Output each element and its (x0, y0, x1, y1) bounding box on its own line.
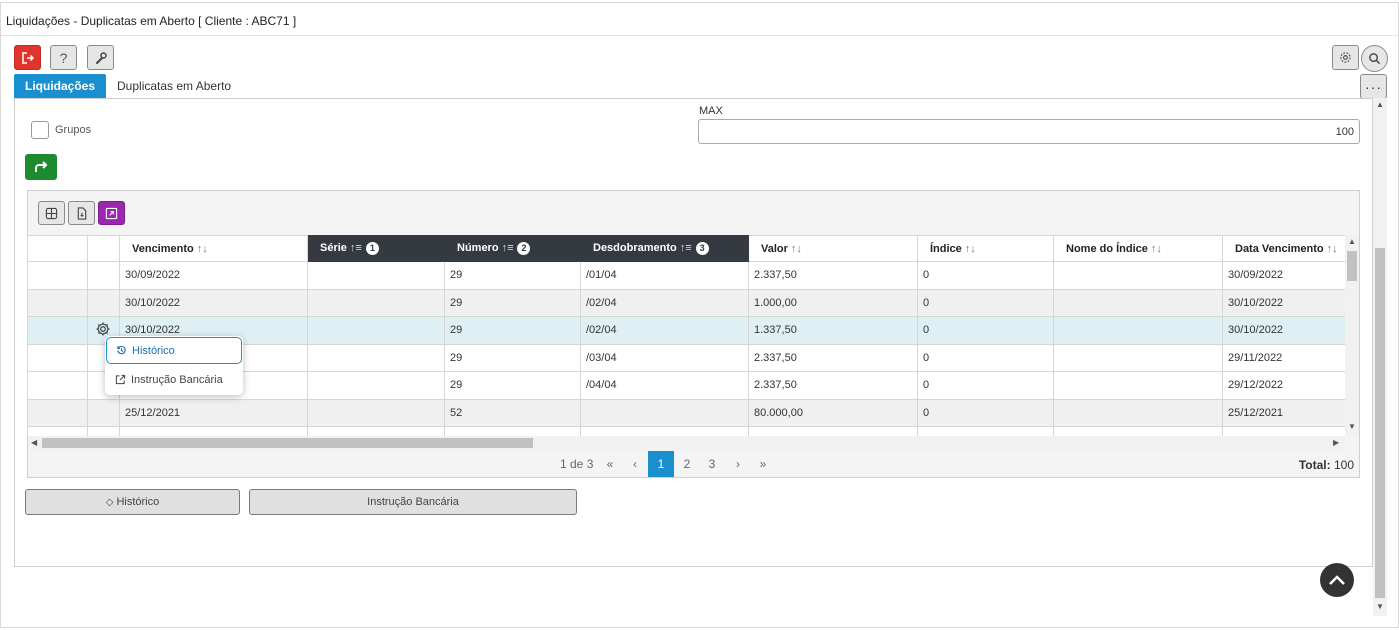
search-icon (1369, 53, 1381, 65)
context-menu-instrucao-bancaria[interactable]: Instrução Bancária (106, 366, 242, 393)
help-icon: ? (59, 49, 68, 66)
col-numero[interactable]: Número ↑≡ 2 (444, 235, 581, 262)
tab-duplicatas-em-aberto[interactable]: Duplicatas em Aberto (106, 74, 242, 98)
row-context-menu: Histórico Instrução Bancária (105, 336, 243, 395)
scroll-down-icon[interactable]: ▼ (1376, 602, 1384, 611)
groups-checkbox[interactable] (31, 121, 49, 139)
pagination: 1 de 3 « ‹ 1 2 3 › » Total: 100 (28, 451, 1359, 477)
table-hscroll-thumb[interactable] (42, 438, 533, 448)
sort-order-badge: 3 (695, 242, 709, 255)
table-row[interactable]: 25/12/2021 52 80.000,00 0 25/12/2021 (27, 398, 1345, 427)
forward-arrow-icon (35, 161, 48, 172)
sort-asc-icon: ↑≡ (679, 242, 692, 254)
col-data-vencimento[interactable]: Data Vencimento ↑↓ (1222, 235, 1345, 262)
prev-page-icon[interactable]: ‹ (628, 451, 642, 477)
chevron-up-icon (1329, 575, 1345, 585)
sort-order-badge: 1 (365, 242, 379, 255)
sort-order-badge: 2 (517, 242, 531, 255)
window-title: Liquidações - Duplicatas em Aberto [ Cli… (6, 14, 297, 28)
tab-bar: Liquidações Duplicatas em Aberto (14, 74, 242, 98)
scroll-down-icon[interactable]: ▼ (1348, 422, 1356, 431)
instrucao-bancaria-button[interactable]: Instrução Bancária (249, 489, 577, 515)
sort-icon: ↑↓ (790, 242, 802, 255)
tab-liquidacoes[interactable]: Liquidações (14, 74, 107, 98)
eraser-icon: ◇ (105, 496, 114, 508)
columns-button[interactable] (38, 201, 65, 225)
table-header: Vencimento ↑↓ Série ↑≡ 1 Número ↑≡ 2 Desdobra… (27, 235, 1345, 262)
table-row[interactable]: 30/10/2022 29 /02/04 1.000,00 0 30/10/20… (27, 288, 1345, 317)
page-scrollbar[interactable]: ▲ ▼ (1373, 98, 1387, 616)
sort-icon: ↑↓ (964, 242, 976, 255)
table-icon (45, 207, 58, 219)
gear-icon (1340, 52, 1351, 63)
external-link-icon (115, 374, 126, 385)
exit-icon (21, 51, 34, 64)
scroll-to-top-button[interactable] (1320, 563, 1354, 597)
col-vencimento[interactable]: Vencimento ↑↓ (119, 235, 308, 262)
table-vscroll-thumb[interactable] (1347, 251, 1357, 281)
ellipsis-icon: ··· (1365, 78, 1382, 95)
page-2-button[interactable]: 2 (680, 451, 694, 477)
page-scrollbar-thumb[interactable] (1375, 248, 1385, 598)
exit-button[interactable] (14, 45, 41, 70)
config-button[interactable] (1332, 45, 1359, 70)
tools-button[interactable] (87, 45, 114, 70)
max-label: MAX (699, 105, 723, 117)
page-3-button[interactable]: 3 (705, 451, 719, 477)
sort-icon: ↑↓ (196, 242, 208, 255)
col-desdobramento[interactable]: Desdobramento ↑≡ 3 (580, 235, 749, 262)
more-options-button[interactable]: ··· (1360, 74, 1387, 99)
next-page-icon[interactable]: › (731, 451, 745, 477)
context-menu-historico[interactable]: Histórico (106, 337, 242, 364)
page-info: 1 de 3 (560, 457, 594, 471)
expand-button[interactable] (98, 201, 125, 225)
execute-button[interactable] (25, 154, 57, 180)
sort-asc-icon: ↑≡ (349, 242, 362, 254)
table-vertical-scrollbar[interactable]: ▲ ▼ (1345, 235, 1359, 436)
gear-icon[interactable] (95, 321, 111, 337)
scroll-up-icon[interactable]: ▲ (1376, 100, 1384, 109)
historico-button[interactable]: ◇ Histórico (25, 489, 240, 515)
scroll-right-icon[interactable]: ▶ (1333, 438, 1339, 447)
col-select (27, 235, 88, 262)
export-button[interactable] (68, 201, 95, 225)
col-serie[interactable]: Série ↑≡ 1 (307, 235, 445, 262)
search-button[interactable] (1361, 45, 1388, 72)
sort-icon: ↑↓ (1150, 242, 1162, 255)
table-row[interactable]: 30/09/2022 29 /01/04 2.337,50 0 30/09/20… (27, 261, 1345, 290)
page-1-button[interactable]: 1 (648, 451, 674, 477)
last-page-icon[interactable]: » (755, 451, 771, 477)
help-button[interactable]: ? (50, 45, 77, 70)
first-page-icon[interactable]: « (602, 451, 618, 477)
history-icon (117, 345, 126, 355)
sort-icon: ↑↓ (1326, 242, 1338, 255)
table-row-partial[interactable] (27, 426, 1345, 436)
total-count: Total: 100 (1298, 458, 1354, 472)
groups-label: Grupos (55, 124, 92, 136)
col-nome-indice[interactable]: Nome do Índice ↑↓ (1053, 235, 1223, 262)
table-horizontal-scrollbar[interactable]: ◀ ▶ (28, 436, 1345, 450)
scroll-left-icon[interactable]: ◀ (31, 438, 37, 447)
title-divider (1, 35, 1398, 36)
file-export-icon (77, 206, 86, 220)
col-indice[interactable]: Índice ↑↓ (917, 235, 1054, 262)
max-input[interactable]: 100 (698, 119, 1360, 144)
sort-asc-icon: ↑≡ (501, 242, 514, 254)
wrench-icon (95, 51, 107, 64)
col-actions (87, 235, 120, 262)
expand-icon (105, 207, 118, 219)
scroll-up-icon[interactable]: ▲ (1348, 237, 1356, 246)
col-valor[interactable]: Valor ↑↓ (748, 235, 918, 262)
